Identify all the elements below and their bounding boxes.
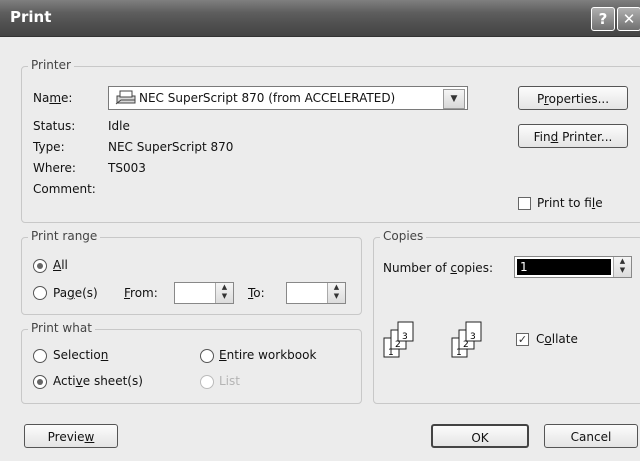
entire-workbook-label: Entire workbook xyxy=(219,348,317,362)
printer-name-value: NEC SuperScript 870 (from ACCELERATED) xyxy=(139,91,396,105)
cancel-button[interactable]: Cancel xyxy=(544,424,638,448)
printer-name-label: Name: xyxy=(33,91,73,105)
find-printer-button[interactable]: Find Printer... xyxy=(518,124,628,148)
entire-workbook-radio[interactable] xyxy=(200,349,214,363)
where-label: Where: xyxy=(33,161,76,175)
close-button[interactable]: ✕ xyxy=(617,7,640,31)
where-value: TS003 xyxy=(108,161,146,175)
properties-button[interactable]: Properties... xyxy=(518,86,628,110)
status-value: Idle xyxy=(108,119,130,133)
uncollated-page-2: 2 xyxy=(395,340,401,350)
collated-page-2: 2 xyxy=(463,340,469,350)
preview-button[interactable]: Preview xyxy=(24,424,118,448)
print-what-group: Print what xyxy=(21,321,362,404)
selection-radio[interactable] xyxy=(33,349,47,363)
to-label: To: xyxy=(248,286,265,300)
number-of-copies-label: Number of copies: xyxy=(383,261,493,275)
status-label: Status: xyxy=(33,119,76,133)
printer-icon xyxy=(115,90,137,109)
from-spin-arrows-icon[interactable]: ▲ ▼ xyxy=(215,283,233,303)
selection-label: Selection xyxy=(53,348,109,362)
print-range-title: Print range xyxy=(28,229,101,243)
print-to-file-label: Print to file xyxy=(537,196,603,210)
printer-group-title: Printer xyxy=(28,58,74,72)
collate-label: Collate xyxy=(536,332,578,346)
from-label: From: xyxy=(124,286,158,300)
print-to-file-checkbox[interactable] xyxy=(518,197,531,210)
to-spin-arrows-icon[interactable]: ▲ ▼ xyxy=(327,283,345,303)
copies-value: 1 xyxy=(520,260,528,274)
pages-label: Page(s) xyxy=(53,286,98,300)
active-sheets-radio[interactable] xyxy=(33,375,47,389)
pages-radio[interactable] xyxy=(33,286,47,300)
collate-checkbox[interactable]: ✓ xyxy=(516,333,529,346)
copies-spin-arrows-icon[interactable]: ▲ ▼ xyxy=(613,257,631,277)
printer-name-select[interactable]: NEC SuperScript 870 (from ACCELERATED) ▼ xyxy=(108,86,468,110)
all-label: All xyxy=(53,258,68,272)
to-spinner[interactable]: ▲ ▼ xyxy=(286,282,346,304)
uncollated-pages-icon: 1 2 3 xyxy=(383,321,414,358)
from-spinner[interactable]: ▲ ▼ xyxy=(174,282,234,304)
all-radio[interactable] xyxy=(33,259,47,273)
help-button[interactable]: ? xyxy=(591,7,615,31)
type-value: NEC SuperScript 870 xyxy=(108,140,234,154)
collated-page-1: 1 xyxy=(456,348,462,358)
list-radio xyxy=(200,375,214,389)
copies-spinner[interactable]: 1 ▲ ▼ xyxy=(514,256,632,278)
ok-button[interactable]: OK xyxy=(431,424,529,448)
chevron-down-icon[interactable]: ▼ xyxy=(443,89,465,109)
type-label: Type: xyxy=(33,140,65,154)
print-what-title: Print what xyxy=(28,321,95,335)
uncollated-page-3: 3 xyxy=(402,332,408,342)
collated-page-3: 3 xyxy=(470,332,476,342)
print-dialog: Print ? ✕ Printer Name: NEC SuperScript … xyxy=(0,0,640,461)
collated-pages-icon: 1 2 3 xyxy=(451,321,482,358)
dialog-title: Print xyxy=(10,8,52,26)
copies-title: Copies xyxy=(380,229,427,243)
active-sheets-label: Active sheet(s) xyxy=(53,374,143,388)
title-bar[interactable]: Print ? ✕ xyxy=(0,0,640,37)
uncollated-page-1: 1 xyxy=(388,348,394,358)
list-label: List xyxy=(219,374,240,388)
comment-label: Comment: xyxy=(33,182,96,196)
